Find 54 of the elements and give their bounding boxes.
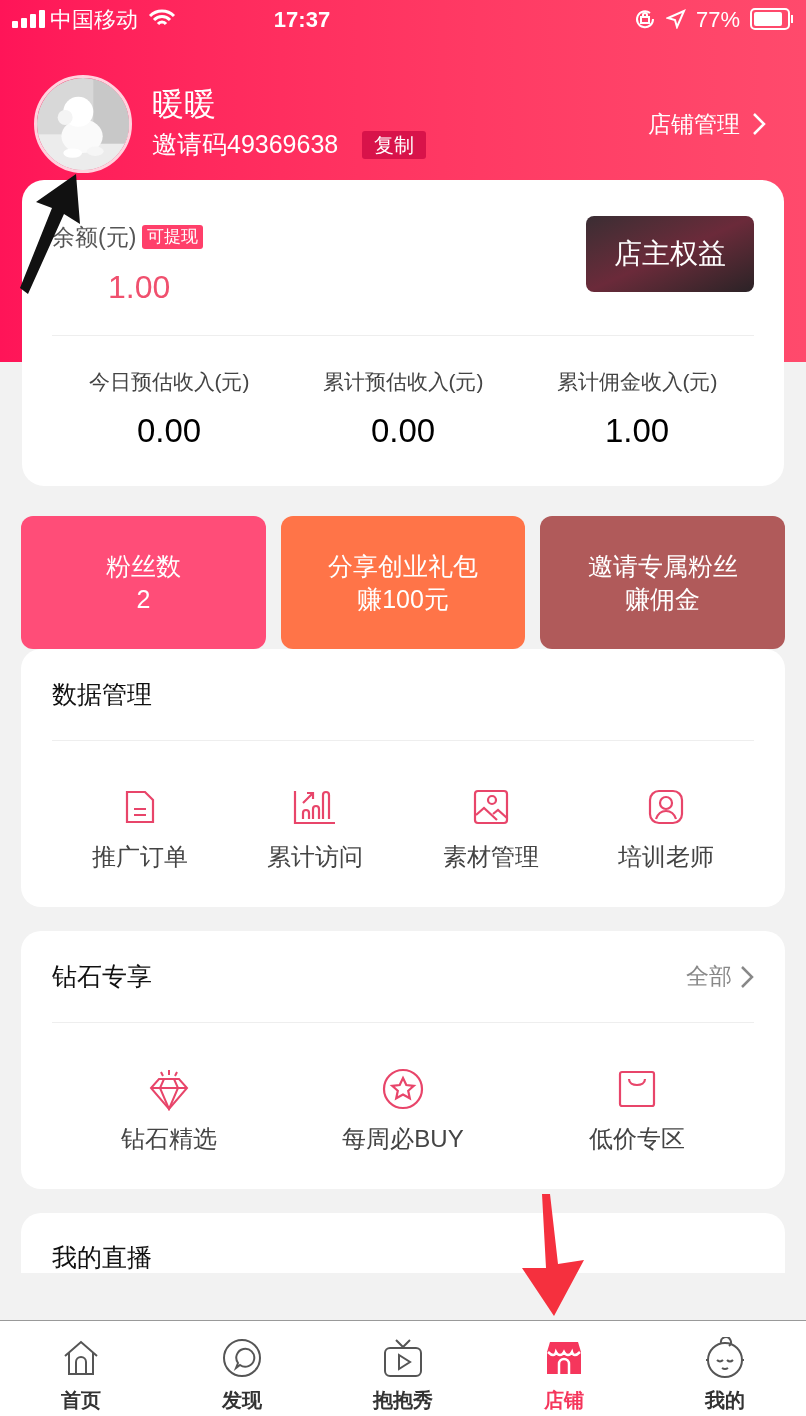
tile-title: 邀请专属粉丝 <box>587 550 738 582</box>
balance-amount: 1.00 <box>108 267 172 307</box>
location-arrow-icon <box>665 9 686 29</box>
person-icon <box>648 789 685 825</box>
withdrawable-tag: 可提现 <box>142 225 204 250</box>
tile-subtitle: 2 <box>136 583 151 615</box>
owner-benefits-button[interactable]: 店主权益 <box>586 216 754 292</box>
tab-bar-item[interactable]: 店铺 <box>483 1321 645 1416</box>
feature-button[interactable]: 推广订单 <box>52 785 228 875</box>
feature-button[interactable]: 素材管理 <box>403 785 579 875</box>
stat-label: 今日预估收入(元) <box>88 369 250 395</box>
feature-button[interactable]: 低价专区 <box>520 1067 754 1157</box>
bar-chart-icon <box>293 789 338 825</box>
battery-icon <box>750 8 794 30</box>
balance-label: 余额(元) <box>52 223 137 252</box>
stat-value: 0.00 <box>370 410 436 451</box>
tile-subtitle: 赚佣金 <box>625 583 701 615</box>
document-icon <box>123 789 156 825</box>
carrier-name: 中国移动 <box>50 5 138 34</box>
tile-title: 粉丝数 <box>105 550 181 582</box>
feature-button[interactable]: 钻石精选 <box>52 1067 286 1157</box>
chevron-right-icon <box>752 112 766 136</box>
stat-value: 0.00 <box>136 410 202 451</box>
section-title: 我的直播 <box>52 1242 153 1273</box>
feature-button[interactable]: 培训老师 <box>578 785 754 875</box>
invite-code: 邀请码49369638 <box>152 129 339 161</box>
battery-percent: 77% <box>695 5 740 34</box>
tab-bar-item[interactable]: 我的 <box>644 1321 806 1416</box>
rotation-lock-icon <box>633 8 656 30</box>
tab-bar-item[interactable]: 抱抱秀 <box>322 1321 484 1416</box>
image-icon <box>472 789 509 825</box>
stat-label: 累计佣金收入(元) <box>556 369 718 395</box>
feature-button[interactable]: 每周必BUY <box>286 1067 520 1157</box>
signal-icon <box>12 10 46 28</box>
tab-bar-item[interactable]: 发现 <box>161 1321 323 1416</box>
chevron-right-icon <box>740 964 754 989</box>
clock-time: 17:37 <box>272 5 332 34</box>
chat-bubble-icon <box>221 1338 262 1378</box>
stat-label: 累计预估收入(元) <box>322 369 484 395</box>
shopping-bag-icon <box>618 1070 656 1108</box>
section-title: 钻石专享 <box>52 960 152 992</box>
view-all-link[interactable]: 全部 <box>686 959 754 994</box>
user-name: 暖暖 <box>152 85 217 125</box>
stat-value: 1.00 <box>604 410 670 451</box>
shop-icon <box>546 1340 583 1376</box>
section-title: 数据管理 <box>52 678 152 710</box>
diamond-icon <box>147 1067 191 1111</box>
tab-bar-item[interactable]: 首页 <box>0 1321 162 1416</box>
promo-tile[interactable]: 邀请专属粉丝 赚佣金 <box>540 516 785 649</box>
tile-subtitle: 赚100元 <box>357 583 449 615</box>
copy-button[interactable]: 复制 <box>362 131 427 159</box>
tile-title: 分享创业礼包 <box>328 550 478 582</box>
tv-icon <box>383 1338 423 1378</box>
feature-button[interactable]: 累计访问 <box>227 785 403 875</box>
